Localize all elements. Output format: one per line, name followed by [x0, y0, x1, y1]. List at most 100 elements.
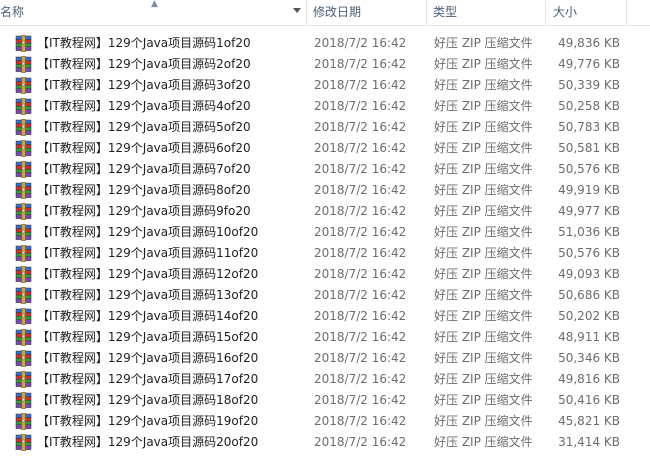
file-name: 【IT教程网】129个Java项目源码8of20 — [37, 183, 251, 197]
file-name: 【IT教程网】129个Java项目源码13of20 — [37, 288, 259, 302]
file-row[interactable]: 【IT教程网】129个Java项目源码14of20 2018/7/2 16:42 好… — [0, 306, 640, 327]
file-date-modified: 2018/7/2 16:42 — [314, 57, 407, 71]
file-size: 49,816 KB — [558, 372, 620, 386]
column-header-bar: 名称 ▲ 修改日期 类型 大小 — [0, 0, 650, 26]
file-type: 好压 ZIP 压缩文件 — [434, 393, 533, 407]
file-date-modified: 2018/7/2 16:42 — [314, 414, 407, 428]
file-row[interactable]: 【IT教程网】129个Java项目源码18of20 2018/7/2 16:42 好… — [0, 390, 640, 411]
file-type: 好压 ZIP 压缩文件 — [434, 267, 533, 281]
file-size: 50,686 KB — [558, 288, 620, 302]
file-name: 【IT教程网】129个Java项目源码1of20 — [37, 36, 251, 50]
winrar-archive-icon — [15, 140, 32, 157]
file-date-modified: 2018/7/2 16:42 — [314, 393, 407, 407]
file-size: 49,093 KB — [558, 267, 620, 281]
file-row[interactable]: 【IT教程网】129个Java项目源码13of20 2018/7/2 16:42 好… — [0, 285, 640, 306]
file-name: 【IT教程网】129个Java项目源码6of20 — [37, 141, 251, 155]
winrar-archive-icon — [15, 77, 32, 94]
file-row[interactable]: 【IT教程网】129个Java项目源码10of20 2018/7/2 16:42 好… — [0, 222, 640, 243]
chevron-down-icon[interactable] — [293, 8, 301, 13]
file-type: 好压 ZIP 压缩文件 — [434, 99, 533, 113]
file-name: 【IT教程网】129个Java项目源码7of20 — [37, 162, 251, 176]
file-type: 好压 ZIP 压缩文件 — [434, 162, 533, 176]
file-date-modified: 2018/7/2 16:42 — [314, 183, 407, 197]
file-name: 【IT教程网】129个Java项目源码19of20 — [37, 414, 259, 428]
winrar-archive-icon — [15, 287, 32, 304]
file-date-modified: 2018/7/2 16:42 — [314, 99, 407, 113]
file-name: 【IT教程网】129个Java项目源码14of20 — [37, 309, 259, 323]
file-size: 45,821 KB — [558, 414, 620, 428]
file-name: 【IT教程网】129个Java项目源码10of20 — [37, 225, 259, 239]
file-size: 50,339 KB — [558, 78, 620, 92]
file-date-modified: 2018/7/2 16:42 — [314, 120, 407, 134]
file-row[interactable]: 【IT教程网】129个Java项目源码16of20 2018/7/2 16:42 好… — [0, 348, 640, 369]
file-name: 【IT教程网】129个Java项目源码16of20 — [37, 351, 259, 365]
file-name: 【IT教程网】129个Java项目源码3of20 — [37, 78, 251, 92]
file-row[interactable]: 【IT教程网】129个Java项目源码7of20 2018/7/2 16:42 好压… — [0, 159, 640, 180]
file-date-modified: 2018/7/2 16:42 — [314, 435, 407, 449]
file-name: 【IT教程网】129个Java项目源码12of20 — [37, 267, 259, 281]
column-header-date-modified[interactable]: 修改日期 — [307, 0, 426, 25]
file-type: 好压 ZIP 压缩文件 — [434, 36, 533, 50]
file-row[interactable]: 【IT教程网】129个Java项目源码20of20 2018/7/2 16:42 好… — [0, 432, 640, 453]
winrar-archive-icon — [15, 371, 32, 388]
file-row[interactable]: 【IT教程网】129个Java项目源码6of20 2018/7/2 16:42 好压… — [0, 138, 640, 159]
file-date-modified: 2018/7/2 16:42 — [314, 288, 407, 302]
file-date-modified: 2018/7/2 16:42 — [314, 372, 407, 386]
file-size: 51,036 KB — [558, 225, 620, 239]
file-type: 好压 ZIP 压缩文件 — [434, 183, 533, 197]
winrar-archive-icon — [15, 350, 32, 367]
file-row[interactable]: 【IT教程网】129个Java项目源码15of20 2018/7/2 16:42 好… — [0, 327, 640, 348]
winrar-archive-icon — [15, 413, 32, 430]
file-row[interactable]: 【IT教程网】129个Java项目源码8of20 2018/7/2 16:42 好压… — [0, 180, 640, 201]
winrar-archive-icon — [15, 203, 32, 220]
file-size: 50,258 KB — [558, 99, 620, 113]
file-date-modified: 2018/7/2 16:42 — [314, 309, 407, 323]
file-date-modified: 2018/7/2 16:42 — [314, 351, 407, 365]
file-size: 50,416 KB — [558, 393, 620, 407]
file-row[interactable]: 【IT教程网】129个Java项目源码11of20 2018/7/2 16:42 好… — [0, 243, 640, 264]
file-type: 好压 ZIP 压缩文件 — [434, 57, 533, 71]
file-size: 31,414 KB — [558, 435, 620, 449]
winrar-archive-icon — [15, 98, 32, 115]
winrar-archive-icon — [15, 224, 32, 241]
file-type: 好压 ZIP 压缩文件 — [434, 225, 533, 239]
file-name: 【IT教程网】129个Java项目源码18of20 — [37, 393, 259, 407]
file-size: 50,783 KB — [558, 120, 620, 134]
file-size: 49,776 KB — [558, 57, 620, 71]
sort-ascending-icon: ▲ — [151, 0, 158, 9]
file-type: 好压 ZIP 压缩文件 — [434, 204, 533, 218]
file-type: 好压 ZIP 压缩文件 — [434, 309, 533, 323]
file-name: 【IT教程网】129个Java项目源码20of20 — [37, 435, 259, 449]
file-row[interactable]: 【IT教程网】129个Java项目源码3of20 2018/7/2 16:42 好压… — [0, 75, 640, 96]
file-row[interactable]: 【IT教程网】129个Java项目源码17of20 2018/7/2 16:42 好… — [0, 369, 640, 390]
file-row[interactable]: 【IT教程网】129个Java项目源码9fo20 2018/7/2 16:42 好压… — [0, 201, 640, 222]
file-date-modified: 2018/7/2 16:42 — [314, 267, 407, 281]
file-row[interactable]: 【IT教程网】129个Java项目源码1of20 2018/7/2 16:42 好压… — [0, 33, 640, 54]
file-row[interactable]: 【IT教程网】129个Java项目源码2of20 2018/7/2 16:42 好压… — [0, 54, 640, 75]
file-size: 50,202 KB — [558, 309, 620, 323]
winrar-archive-icon — [15, 266, 32, 283]
winrar-archive-icon — [15, 392, 32, 409]
winrar-archive-icon — [15, 161, 32, 178]
winrar-archive-icon — [15, 182, 32, 199]
file-row[interactable]: 【IT教程网】129个Java项目源码19of20 2018/7/2 16:42 好… — [0, 411, 640, 432]
file-type: 好压 ZIP 压缩文件 — [434, 120, 533, 134]
file-row[interactable]: 【IT教程网】129个Java项目源码5of20 2018/7/2 16:42 好压… — [0, 117, 640, 138]
winrar-archive-icon — [15, 119, 32, 136]
file-size: 49,919 KB — [558, 183, 620, 197]
file-list: 【IT教程网】129个Java项目源码1of20 2018/7/2 16:42 好压… — [0, 33, 650, 453]
column-header-size[interactable]: 大小 — [546, 0, 626, 25]
file-size: 49,836 KB — [558, 36, 620, 50]
file-size: 49,977 KB — [558, 204, 620, 218]
column-divider[interactable] — [626, 0, 627, 25]
file-type: 好压 ZIP 压缩文件 — [434, 351, 533, 365]
file-date-modified: 2018/7/2 16:42 — [314, 330, 407, 344]
winrar-archive-icon — [15, 35, 32, 52]
file-date-modified: 2018/7/2 16:42 — [314, 141, 407, 155]
file-date-modified: 2018/7/2 16:42 — [314, 78, 407, 92]
winrar-archive-icon — [15, 434, 32, 451]
column-header-type[interactable]: 类型 — [427, 0, 545, 25]
file-row[interactable]: 【IT教程网】129个Java项目源码12of20 2018/7/2 16:42 好… — [0, 264, 640, 285]
file-row[interactable]: 【IT教程网】129个Java项目源码4of20 2018/7/2 16:42 好压… — [0, 96, 640, 117]
file-name: 【IT教程网】129个Java项目源码11of20 — [37, 246, 259, 260]
